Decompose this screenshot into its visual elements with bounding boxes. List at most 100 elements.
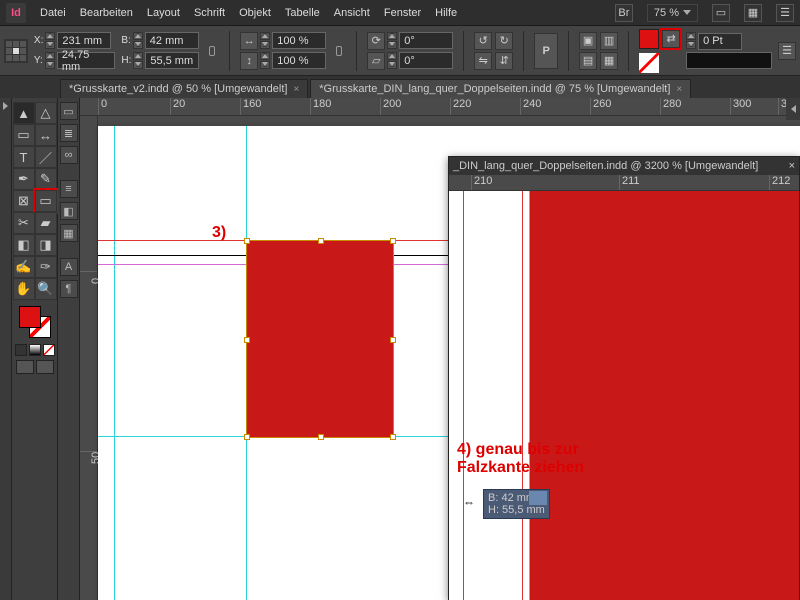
direct-selection-tool[interactable]: △ (35, 102, 57, 124)
document-tab-1[interactable]: *Grusskarte_v2.indd @ 50 % [Umgewandelt]… (60, 79, 308, 98)
gap-tool[interactable]: ↔ (35, 124, 57, 146)
close-icon[interactable]: × (789, 160, 795, 172)
rectangle-object-zoom[interactable] (529, 191, 799, 600)
y-field[interactable]: Y: 24,75 mm (34, 52, 115, 70)
view-mode-normal[interactable] (16, 360, 34, 374)
document-tab-2[interactable]: *Grusskarte_DIN_lang_quer_Doppelseiten.i… (310, 79, 691, 98)
scale-y-stepper[interactable] (260, 52, 270, 70)
close-icon[interactable]: × (293, 84, 299, 95)
shear-value[interactable]: 0° (399, 52, 453, 69)
stroke-style-dropdown[interactable] (686, 52, 772, 69)
menu-object[interactable]: Objekt (239, 7, 271, 19)
eyedropper-tool[interactable]: ✑ (35, 256, 57, 278)
fill-swap-button[interactable]: ⇄ (662, 30, 680, 48)
fill-swatch[interactable] (639, 29, 659, 49)
align-button-2[interactable]: ▥ (600, 32, 618, 50)
scale-x-value[interactable]: 100 % (272, 32, 326, 49)
menu-view[interactable]: Ansicht (334, 7, 370, 19)
handle-sw[interactable] (244, 434, 250, 440)
zoom-level-dropdown[interactable]: 75 % (647, 4, 698, 22)
control-menu-button[interactable]: ☰ (778, 42, 796, 60)
ruler-vertical[interactable]: 0 50 (80, 116, 98, 600)
zoom-tool[interactable]: 🔍 (35, 278, 57, 300)
apply-color-button[interactable] (15, 344, 27, 356)
h-stepper[interactable] (133, 52, 143, 70)
align-button-4[interactable]: ▦ (600, 52, 618, 70)
handle-nw[interactable] (244, 238, 250, 244)
scale-x-stepper[interactable] (260, 32, 270, 50)
handle-s[interactable] (318, 434, 324, 440)
rotate-field[interactable]: ⟳ 0° (367, 32, 453, 50)
menu-help[interactable]: Hilfe (435, 7, 457, 19)
floatwin-ruler[interactable]: 210 211 212 (449, 175, 799, 191)
menu-edit[interactable]: Bearbeiten (80, 7, 133, 19)
hand-tool[interactable]: ✋ (13, 278, 35, 300)
stroke-weight-field[interactable]: 0 Pt (686, 32, 772, 50)
handle-se[interactable] (390, 434, 396, 440)
panel-color[interactable]: ◧ (60, 202, 78, 220)
menu-file[interactable]: Datei (40, 7, 66, 19)
handle-n[interactable] (318, 238, 324, 244)
ruler-horizontal[interactable]: 0 20 160 180 200 220 240 260 280 300 360 (80, 98, 800, 116)
bridge-button[interactable]: Br (615, 4, 633, 22)
panel-char[interactable]: ¶ (60, 280, 78, 298)
fill-swatch-tool[interactable] (19, 306, 41, 328)
gradient-swatch-tool[interactable]: ◧ (13, 234, 35, 256)
rotate-stepper[interactable] (387, 32, 397, 50)
menu-window[interactable]: Fenster (384, 7, 421, 19)
close-icon[interactable]: × (676, 84, 682, 95)
floating-document-window[interactable]: _DIN_lang_quer_Doppelseiten.indd @ 3200 … (448, 156, 800, 600)
flip-h-button[interactable]: ⇋ (474, 52, 492, 70)
page-tool[interactable]: ▭ (13, 124, 35, 146)
line-tool[interactable]: ／ (35, 146, 57, 168)
scale-y-field[interactable]: ↕ 100 % (240, 52, 326, 70)
handle-ne[interactable] (390, 238, 396, 244)
stroke-weight-value[interactable]: 0 Pt (698, 33, 742, 50)
w-value[interactable]: 42 mm (145, 32, 199, 49)
rotate-value[interactable]: 0° (399, 32, 453, 49)
x-stepper[interactable] (45, 32, 55, 50)
dock-expand-left[interactable] (0, 98, 12, 600)
stroke-swatch[interactable] (639, 53, 659, 73)
rect-frame-tool[interactable]: ⊠ (13, 190, 35, 212)
selection-tool[interactable]: ▲ (13, 102, 35, 124)
rotate-cw-button[interactable]: ↻ (495, 32, 513, 50)
workspace-button[interactable]: ☰ (776, 4, 794, 22)
transform-tool[interactable]: ▰ (35, 212, 57, 234)
shear-field[interactable]: ▱ 0° (367, 52, 453, 70)
type-tool[interactable]: T (13, 146, 35, 168)
x-value[interactable]: 231 mm (57, 32, 111, 49)
w-stepper[interactable] (133, 32, 143, 50)
x-field[interactable]: X: 231 mm (34, 32, 115, 50)
pen-tool[interactable]: ✒ (13, 168, 35, 190)
apply-gradient-button[interactable] (29, 344, 41, 356)
dock-expand-right[interactable] (786, 98, 800, 120)
guide-zoom[interactable] (529, 191, 530, 600)
guide[interactable] (114, 126, 115, 600)
canvas-area[interactable]: 0 20 160 180 200 220 240 260 280 300 360… (80, 98, 800, 600)
y-value[interactable]: 24,75 mm (57, 52, 116, 69)
y-stepper[interactable] (45, 52, 55, 70)
align-button-3[interactable]: ▤ (579, 52, 597, 70)
flip-v-button[interactable]: ⇵ (495, 52, 513, 70)
rotate-ccw-button[interactable]: ↺ (474, 32, 492, 50)
select-container-button[interactable]: P (534, 33, 558, 69)
floatwin-canvas[interactable]: 4) genau bis zur Falzkante ziehen ⇔ B: 4… (449, 191, 799, 600)
constrain-scale-icon[interactable] (332, 33, 346, 69)
panel-layers[interactable]: ≣ (60, 124, 78, 142)
h-field[interactable]: H: 55,5 mm (121, 52, 199, 70)
arrange-button[interactable]: ▦ (744, 4, 762, 22)
scale-y-value[interactable]: 100 % (272, 52, 326, 69)
menu-table[interactable]: Tabelle (285, 7, 320, 19)
pencil-tool[interactable]: ✎ (35, 168, 57, 190)
align-button-1[interactable]: ▣ (579, 32, 597, 50)
apply-none-button[interactable] (43, 344, 55, 356)
shear-stepper[interactable] (387, 52, 397, 70)
menu-type[interactable]: Schrift (194, 7, 225, 19)
rectangle-tool[interactable]: ▭ (35, 190, 57, 212)
panel-stroke[interactable]: ≡ (60, 180, 78, 198)
scale-x-field[interactable]: ↔ 100 % (240, 32, 326, 50)
gradient-feather-tool[interactable]: ◨ (35, 234, 57, 256)
panel-links[interactable]: ∞ (60, 146, 78, 164)
panel-swatches[interactable]: ▦ (60, 224, 78, 242)
